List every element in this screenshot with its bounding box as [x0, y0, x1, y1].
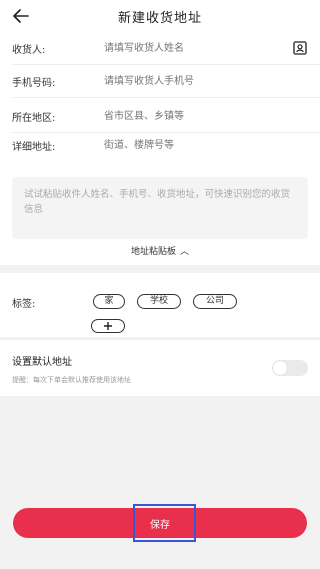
recognize-toggle[interactable]: 地址粘贴板 ︿ — [0, 244, 320, 262]
detail-input[interactable] — [104, 134, 280, 156]
save-button[interactable]: 保存 — [13, 508, 307, 538]
tag-chip-school[interactable]: 学校 — [137, 294, 181, 309]
back-arrow-icon[interactable] — [10, 6, 32, 26]
region-label: 所在地区: — [12, 112, 56, 124]
plus-icon — [104, 322, 112, 330]
page-title: 新建收货地址 — [117, 10, 202, 26]
tag-section: 标签: 家 学校 公司 — [0, 273, 320, 337]
phone-row: 手机号码: — [0, 65, 320, 97]
tag-chip-home[interactable]: 家 — [93, 294, 125, 309]
default-address-toggle[interactable] — [272, 360, 308, 376]
default-address-label: 设置默认地址 — [12, 357, 72, 368]
default-address-section: 设置默认地址 提醒：每次下单会默认推荐使用该地址 — [0, 340, 320, 396]
tag-chip-company[interactable]: 公司 — [193, 294, 237, 309]
phone-label: 手机号码: — [12, 77, 56, 89]
region-row[interactable]: 所在地区: — [0, 100, 320, 132]
contact-book-icon[interactable] — [292, 40, 308, 56]
top-bar: 新建收货地址 — [0, 0, 320, 32]
detail-label: 详细地址: — [12, 141, 56, 153]
region-input[interactable] — [104, 105, 280, 127]
divider — [12, 97, 320, 98]
address-form: 收货人: 手机号码: 所在地区: 详细地址: 试试粘贴收件人姓名、手机号、收货地… — [0, 32, 320, 265]
tag-label: 标签: — [12, 299, 36, 310]
chevron-up-icon: ︿ — [180, 247, 190, 257]
consignee-input[interactable] — [104, 37, 280, 59]
consignee-row: 收货人: — [0, 32, 320, 64]
recognize-label: 地址粘贴板 — [130, 247, 176, 257]
paste-board-textarea[interactable]: 试试粘贴收件人姓名、手机号、收货地址，可快速识别您的收货信息 — [12, 177, 308, 239]
add-tag-button[interactable] — [91, 319, 125, 333]
consignee-label: 收货人: — [12, 44, 46, 56]
detail-row: 详细地址: — [0, 129, 320, 161]
default-address-hint: 提醒：每次下单会默认推荐使用该地址 — [12, 376, 131, 384]
phone-input[interactable] — [104, 70, 280, 92]
toggle-knob — [273, 361, 287, 375]
